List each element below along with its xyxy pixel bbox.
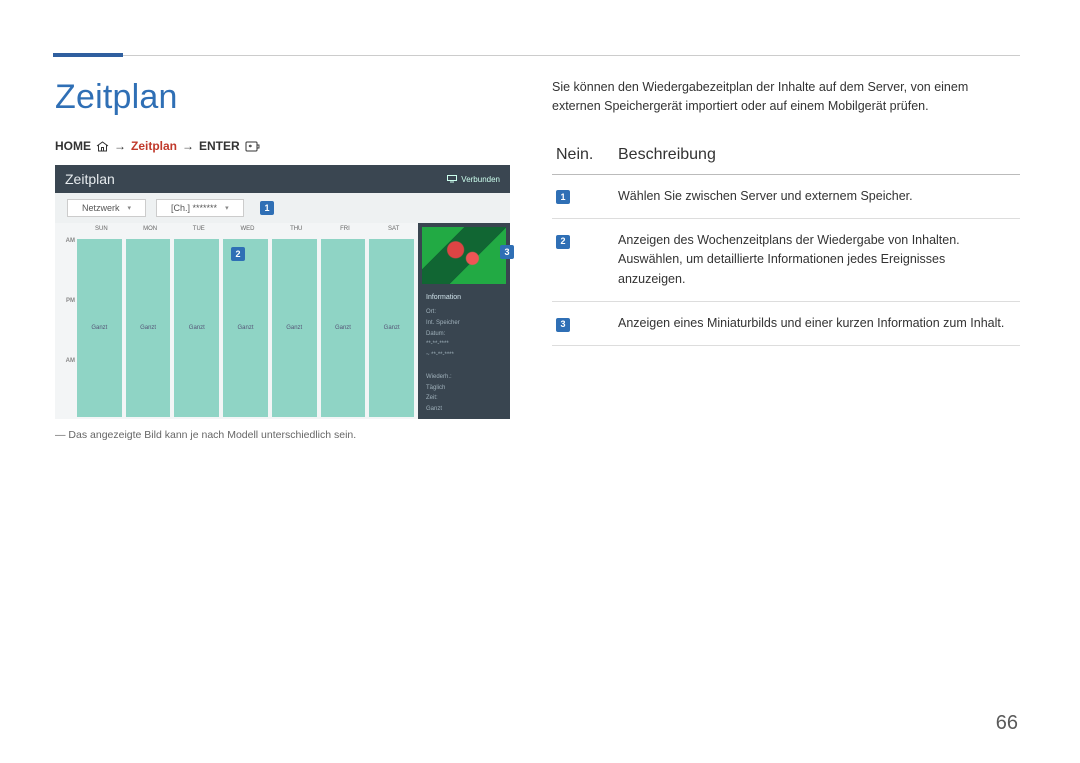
day-column[interactable]: Ganzt: [321, 239, 366, 417]
day-header: THU: [272, 223, 321, 237]
info-line: Ort:: [426, 307, 502, 318]
arrow-icon: →: [182, 139, 194, 153]
footnote: Das angezeigte Bild kann je nach Modell …: [55, 429, 510, 441]
home-icon: [96, 139, 109, 153]
row-desc: Wählen Sie zwischen Server und externem …: [614, 174, 1020, 218]
monitor-icon: [447, 175, 457, 183]
row-desc: Anzeigen des Wochenzeitplans der Wiederg…: [614, 218, 1020, 301]
row-badge: 3: [556, 318, 570, 332]
breadcrumb: HOME → Zeitplan → ENTER: [55, 139, 510, 153]
day-header: MON: [126, 223, 175, 237]
callout-1: 1: [260, 201, 274, 215]
row-badge: 1: [556, 190, 570, 204]
day-header: WED: [223, 223, 272, 237]
hour-label: PM: [55, 297, 75, 357]
info-line: ~ **-**-****: [426, 350, 502, 361]
week-grid[interactable]: SUNMONTUEWEDTHUFRISAT AMPMAM GanztGanztG…: [55, 223, 418, 419]
callout-2: 2: [231, 247, 245, 261]
info-line: Wiederh.:: [426, 372, 502, 383]
info-line: Int. Speicher: [426, 318, 502, 329]
info-line: Täglich: [426, 383, 502, 394]
table-row: 3 Anzeigen eines Miniaturbilds und einer …: [552, 302, 1020, 346]
chevron-down-icon: ▾: [128, 204, 132, 212]
arrow-icon: →: [114, 139, 126, 153]
day-header: FRI: [321, 223, 370, 237]
info-heading: Information: [426, 292, 502, 305]
info-line: **-**-****: [426, 339, 502, 350]
page-number: 66: [996, 712, 1018, 735]
intro-text: Sie können den Wiedergabezeitplan der In…: [552, 78, 1020, 116]
hour-label: AM: [55, 357, 75, 417]
day-column[interactable]: Ganzt: [126, 239, 171, 417]
screenshot-mock: Zeitplan Verbunden Netzwerk▾ [Ch.] *****…: [55, 165, 510, 417]
channel-dropdown[interactable]: [Ch.] *******▾: [156, 199, 244, 217]
nav-mid: Zeitplan: [131, 139, 177, 153]
day-column[interactable]: Ganzt: [223, 239, 268, 417]
day-header: SAT: [369, 223, 418, 237]
mock-title: Zeitplan: [65, 171, 115, 187]
info-line: Datum:: [426, 329, 502, 340]
day-header: TUE: [174, 223, 223, 237]
table-row: 1 Wählen Sie zwischen Server und externem…: [552, 174, 1020, 218]
row-desc: Anzeigen eines Miniaturbilds und einer k…: [614, 302, 1020, 346]
thumbnail-image: [422, 227, 506, 284]
day-column[interactable]: Ganzt: [77, 239, 122, 417]
th-no: Nein.: [552, 140, 614, 175]
table-row: 2 Anzeigen des Wochenzeitplans der Wieder…: [552, 218, 1020, 301]
day-column[interactable]: Ganzt: [272, 239, 317, 417]
mock-toolbar: Netzwerk▾ [Ch.] *******▾ 1: [55, 193, 510, 223]
row-badge: 2: [556, 235, 570, 249]
network-dropdown[interactable]: Netzwerk▾: [67, 199, 146, 217]
day-column[interactable]: Ganzt: [174, 239, 219, 417]
hour-label: AM: [55, 237, 75, 297]
day-column[interactable]: Ganzt: [369, 239, 414, 417]
info-panel: Information Ort:Int. SpeicherDatum:**-**…: [418, 223, 510, 419]
info-line: [426, 361, 502, 372]
info-line: Ganzt: [426, 404, 502, 415]
connected-status: Verbunden: [447, 175, 500, 184]
page-title: Zeitplan: [55, 78, 510, 117]
nav-home: HOME: [55, 139, 91, 153]
nav-enter: ENTER: [199, 139, 240, 153]
enter-icon: [245, 139, 260, 153]
description-table: Nein. Beschreibung 1 Wählen Sie zwischen …: [552, 140, 1020, 347]
chevron-down-icon: ▾: [225, 204, 229, 212]
day-header: SUN: [77, 223, 126, 237]
info-line: Zeit:: [426, 393, 502, 404]
callout-3: 3: [500, 245, 514, 259]
th-desc: Beschreibung: [614, 140, 1020, 175]
